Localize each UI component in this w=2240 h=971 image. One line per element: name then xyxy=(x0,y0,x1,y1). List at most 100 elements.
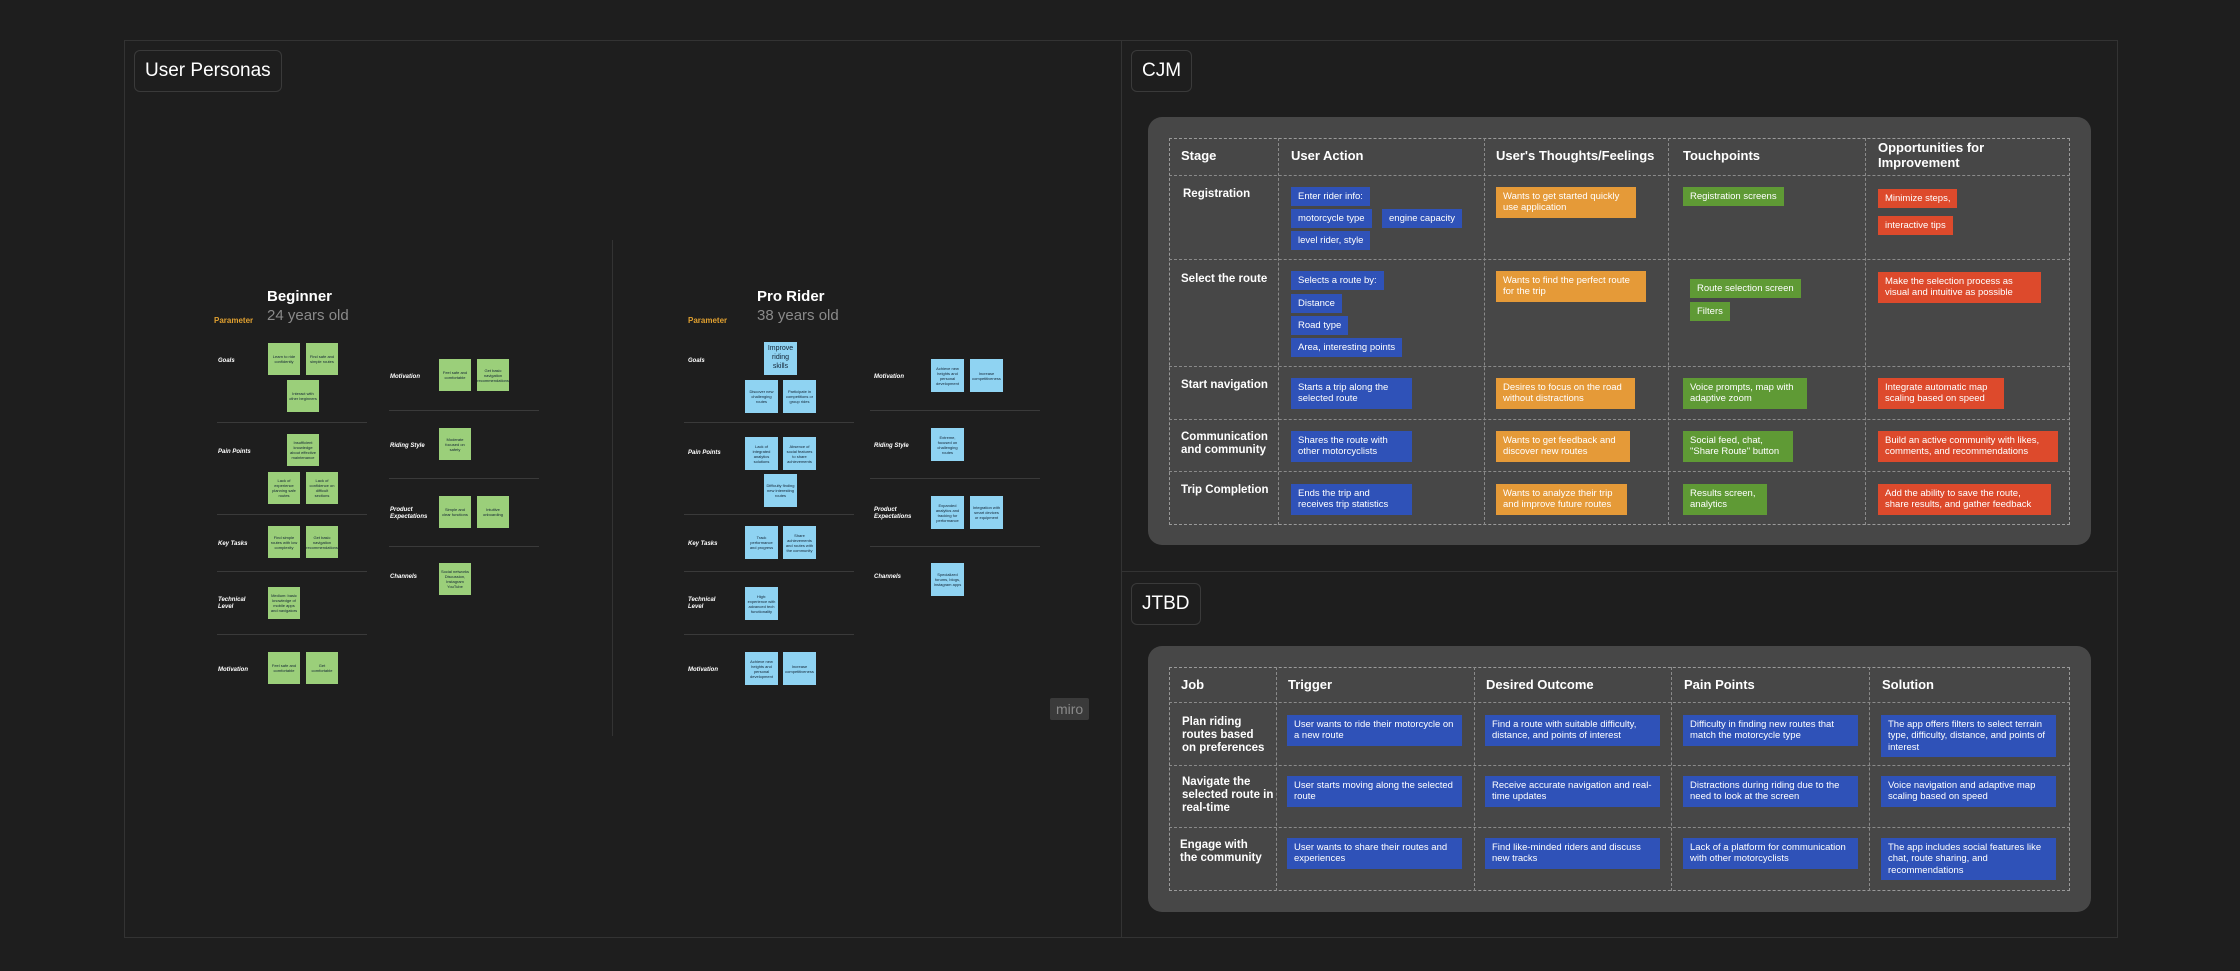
opportunity-tag[interactable]: Integrate automatic map scaling based on… xyxy=(1878,378,2004,409)
sticky-note[interactable]: Lack of experience planning safe routes xyxy=(268,472,300,504)
sticky-note[interactable]: Feel safe and comfortable xyxy=(268,652,300,684)
action-tag[interactable]: motorcycle type xyxy=(1291,209,1372,229)
opportunity-tag[interactable]: interactive tips xyxy=(1878,216,1953,236)
cjm-stage-trip-completion: Trip Completion xyxy=(1181,484,1269,496)
sticky-note[interactable]: Simple and clear functions xyxy=(439,496,471,528)
row-divider xyxy=(1169,765,2070,766)
thought-tag[interactable]: Desires to focus on the road without dis… xyxy=(1496,378,1635,409)
sticky-note[interactable]: Participate in competitions or group rid… xyxy=(783,380,816,413)
outcome-tag[interactable]: Find a route with suitable difficulty, d… xyxy=(1485,715,1660,746)
col-divider xyxy=(1276,667,1277,891)
thought-tag[interactable]: Wants to find the perfect route for the … xyxy=(1496,271,1646,302)
sticky-note[interactable]: Lack of confidence on difficult sections xyxy=(306,472,338,504)
sticky-note[interactable]: Medium: basic knowledge of mobile apps a… xyxy=(268,587,300,619)
pain-tag[interactable]: Difficulty in finding new routes that ma… xyxy=(1683,715,1858,746)
trigger-tag[interactable]: User wants to ride their motorcycle on a… xyxy=(1287,715,1462,746)
action-tag[interactable]: Shares the route with other motorcyclist… xyxy=(1291,431,1412,462)
opportunity-tag[interactable]: Make the selection process as visual and… xyxy=(1878,272,2041,303)
action-tag[interactable]: level rider, style xyxy=(1291,231,1371,251)
outcome-tag[interactable]: Find like-minded riders and discuss new … xyxy=(1485,838,1660,869)
sticky-note[interactable]: Insufficient knowledge about effective m… xyxy=(287,434,319,466)
sticky-note[interactable]: Intuitive onboarding xyxy=(477,496,509,528)
sticky-note[interactable]: Extreme, focused on challenging routes xyxy=(931,428,964,461)
sticky-note[interactable]: Track performance and progress xyxy=(745,526,778,559)
sticky-note[interactable]: Lack of integrated analytics solutions xyxy=(745,437,778,470)
row-divider xyxy=(217,514,367,515)
row-label-pain-points: Pain Points xyxy=(688,450,721,456)
col-divider xyxy=(1668,138,1669,525)
trigger-tag[interactable]: User starts moving along the selected ro… xyxy=(1287,776,1462,807)
touchpoint-tag[interactable]: Registration screens xyxy=(1683,187,1784,207)
row-label-riding-style: Riding Style xyxy=(874,443,909,449)
persona-age: 24 years old xyxy=(267,307,349,324)
sticky-note[interactable]: Achieve new heights and personal develop… xyxy=(931,359,964,392)
action-tag[interactable]: Enter rider info: xyxy=(1291,187,1370,207)
sticky-note[interactable]: Feel safe and comfortable xyxy=(439,359,471,391)
action-tag[interactable]: Distance xyxy=(1291,294,1342,314)
sticky-note[interactable]: Social networks Discussion, Instagram Yo… xyxy=(439,563,471,595)
sticky-note[interactable]: Achieve new heights and personal develop… xyxy=(745,652,778,685)
row-divider xyxy=(1169,175,2070,176)
touchpoint-tag[interactable]: Filters xyxy=(1690,302,1730,322)
row-divider xyxy=(217,571,367,572)
frame-label-jtbd[interactable]: JTBD xyxy=(1131,583,1201,625)
cjm-header-touchpoints: Touchpoints xyxy=(1683,148,1761,163)
sticky-note[interactable]: Interact with other beginners xyxy=(287,380,319,412)
action-tag[interactable]: Selects a route by: xyxy=(1291,271,1384,291)
touchpoint-tag[interactable]: Voice prompts, map with adaptive zoom xyxy=(1683,378,1807,409)
sticky-note[interactable]: Get basic navigation recommendations xyxy=(477,359,509,391)
opportunity-tag[interactable]: Add the ability to save the route, share… xyxy=(1878,484,2051,515)
sticky-note[interactable]: Find simple routes with low complexity xyxy=(268,526,300,558)
action-tag[interactable]: Road type xyxy=(1291,316,1349,336)
jtbd-header-outcome: Desired Outcome xyxy=(1486,677,1594,692)
pain-tag[interactable]: Lack of a platform for communication wit… xyxy=(1683,838,1858,869)
thought-tag[interactable]: Wants to analyze their trip and improve … xyxy=(1496,484,1627,515)
outcome-tag[interactable]: Receive accurate navigation and real-tim… xyxy=(1485,776,1660,807)
cjm-stage-select-route: Select the route xyxy=(1181,273,1268,285)
sticky-note[interactable]: Share achievements and routes with the c… xyxy=(783,526,816,559)
action-tag[interactable]: Area, interesting points xyxy=(1291,338,1403,358)
sticky-note[interactable]: Specialized forums, blogs, Instagram app… xyxy=(931,563,964,596)
touchpoint-tag[interactable]: Route selection screen xyxy=(1690,279,1801,299)
sticky-note[interactable]: Difficulty finding new interesting route… xyxy=(764,474,797,507)
touchpoint-tag[interactable]: Social feed, chat, "Share Route" button xyxy=(1683,431,1793,462)
row-label-product-expectations: Product Expectations xyxy=(874,507,912,521)
sticky-note[interactable]: Learn to ride confidently xyxy=(268,343,300,375)
opportunity-tag[interactable]: Minimize steps, xyxy=(1878,189,1958,209)
sticky-note[interactable]: Absence of social features to share achi… xyxy=(783,437,816,470)
touchpoint-tag[interactable]: Results screen, analytics xyxy=(1683,484,1767,515)
sticky-note[interactable]: Find safe and simple routes xyxy=(306,343,338,375)
parameter-label: Parameter xyxy=(214,316,254,325)
col-divider xyxy=(1474,667,1475,891)
thought-tag[interactable]: Wants to get started quickly use applica… xyxy=(1496,187,1636,218)
solution-tag[interactable]: The app offers filters to select terrain… xyxy=(1881,715,2056,758)
row-label-goals: Goals xyxy=(688,358,705,364)
sticky-note[interactable]: Expanded analytics and tracking for perf… xyxy=(931,496,964,529)
trigger-tag[interactable]: User wants to share their routes and exp… xyxy=(1287,838,1462,869)
sticky-note[interactable]: Get basic navigation recommendations xyxy=(306,526,338,558)
sticky-note[interactable]: Moderate focused on safety xyxy=(439,428,471,460)
sticky-note[interactable]: High: experience with advanced tech func… xyxy=(745,587,778,620)
solution-tag[interactable]: The app includes social features like ch… xyxy=(1881,838,2056,881)
solution-tag[interactable]: Voice navigation and adaptive map scalin… xyxy=(1881,776,2056,807)
action-tag[interactable]: engine capacity xyxy=(1382,209,1463,229)
sticky-note[interactable]: Get comfortable xyxy=(306,652,338,684)
opportunity-tag[interactable]: Build an active community with likes, co… xyxy=(1878,431,2058,462)
row-label-motivation: Motivation xyxy=(218,667,248,673)
cjm-header-user-action: User Action xyxy=(1291,148,1364,163)
action-tag[interactable]: Starts a trip along the selected route xyxy=(1291,378,1412,409)
frame-label-personas[interactable]: User Personas xyxy=(134,50,282,92)
pain-tag[interactable]: Distractions during riding due to the ne… xyxy=(1683,776,1858,807)
row-divider xyxy=(217,634,367,635)
row-divider xyxy=(684,422,854,423)
sticky-note[interactable]: Increase competitiveness xyxy=(970,359,1003,392)
sticky-note[interactable]: Increase competitiveness xyxy=(783,652,816,685)
frame-label-cjm[interactable]: CJM xyxy=(1131,50,1193,92)
sticky-note[interactable]: Discover new challenging routes xyxy=(745,380,778,413)
thought-tag[interactable]: Wants to get feedback and discover new r… xyxy=(1496,431,1630,462)
cjm-header-opportunities: Opportunities for Improvement xyxy=(1878,140,1985,170)
sticky-note[interactable]: Integration with smart devices or equipm… xyxy=(970,496,1003,529)
row-label-technical-level: Technical Level xyxy=(218,597,246,611)
sticky-note[interactable]: Improve riding skills xyxy=(764,342,797,375)
action-tag[interactable]: Ends the trip and receives trip statisti… xyxy=(1291,484,1412,515)
